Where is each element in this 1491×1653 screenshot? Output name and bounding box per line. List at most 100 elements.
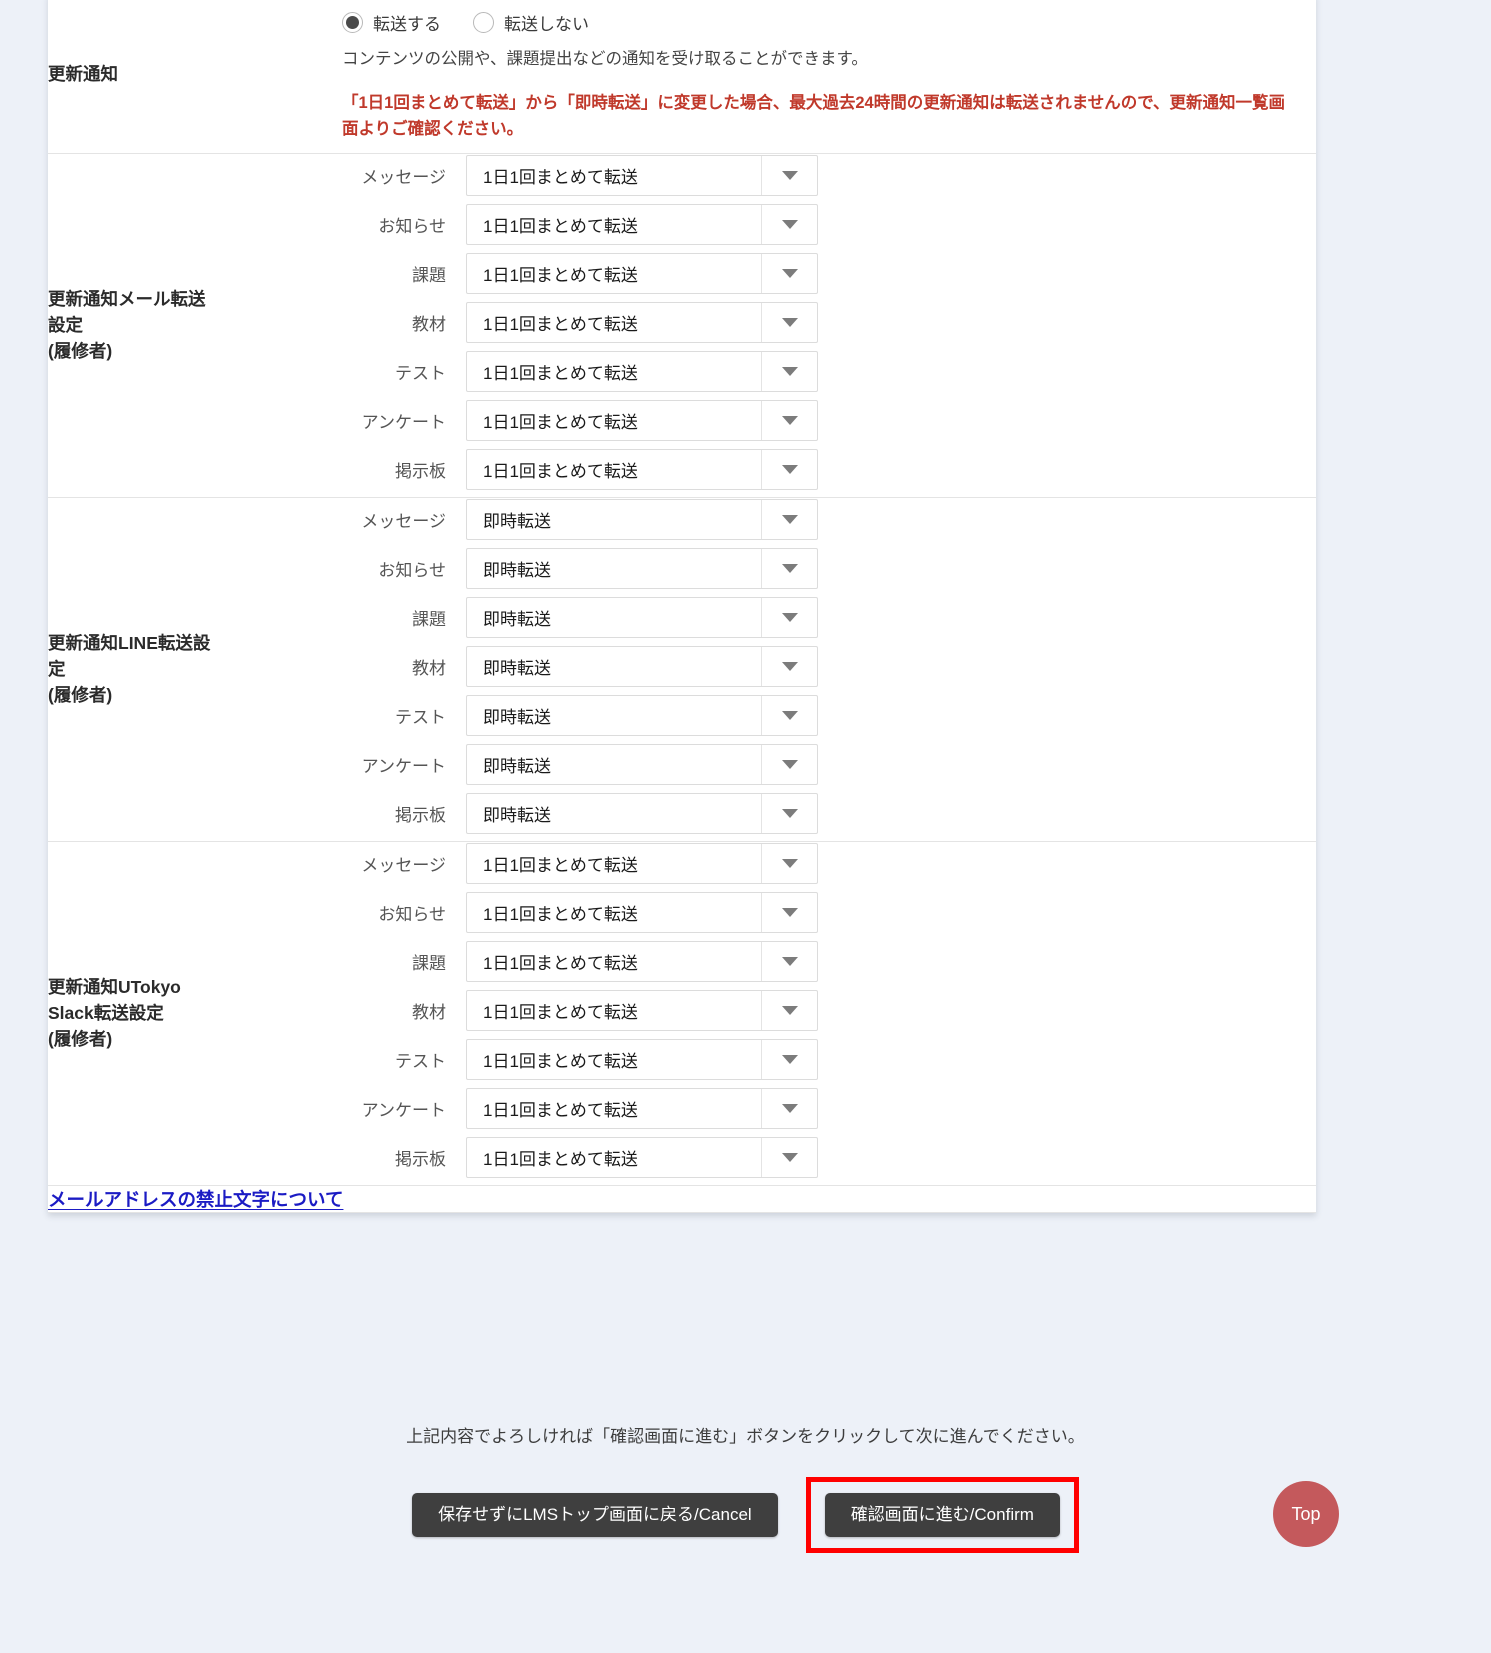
select-label-test: テスト — [395, 364, 446, 384]
select-slack-news[interactable]: 1日1回まとめて転送 — [466, 892, 818, 934]
row-label-line-forward: 更新通知LINE転送設 定 (履修者) — [48, 497, 336, 843]
select-label-survey: アンケート — [361, 757, 446, 777]
select-line-survey-value: 即時転送 — [483, 757, 551, 777]
select-slack-survey-value: 1日1回まとめて転送 — [483, 1101, 638, 1121]
select-label-message: メッセージ — [361, 168, 446, 188]
select-mail-assignment[interactable]: 1日1回まとめて転送 — [466, 253, 818, 295]
chevron-down-icon — [761, 450, 817, 490]
select-line-survey[interactable]: 即時転送 — [466, 744, 818, 786]
select-row-material: 教材 1日1回まとめて転送 — [336, 301, 1316, 344]
row-slack-forward-settings: 更新通知UTokyo Slack転送設定 (履修者) メッセージ 1日1回まとめ… — [48, 841, 1316, 1187]
radio-forward-yes[interactable] — [342, 12, 363, 33]
cancel-button[interactable]: 保存せずにLMSトップ画面に戻る/Cancel — [412, 1493, 778, 1537]
select-slack-assignment[interactable]: 1日1回まとめて転送 — [466, 941, 818, 983]
select-row-survey: アンケート 1日1回まとめて転送 — [336, 1087, 1316, 1130]
scroll-to-top-label: Top — [1291, 1503, 1321, 1524]
select-mail-assignment-value: 1日1回まとめて転送 — [483, 266, 638, 286]
row-label-slack-forward: 更新通知UTokyo Slack転送設定 (履修者) — [48, 841, 336, 1187]
select-slack-message[interactable]: 1日1回まとめて転送 — [466, 843, 818, 885]
select-mail-test[interactable]: 1日1回まとめて転送 — [466, 351, 818, 393]
select-line-test[interactable]: 即時転送 — [466, 695, 818, 737]
select-slack-test-value: 1日1回まとめて転送 — [483, 1052, 638, 1072]
select-row-message: メッセージ 即時転送 — [336, 498, 1316, 541]
select-mail-message[interactable]: 1日1回まとめて転送 — [466, 155, 818, 197]
page-footer: 上記内容でよろしければ「確認画面に進む」ボタンをクリックして次に進んでください。… — [0, 1398, 1491, 1553]
select-label-test: テスト — [395, 708, 446, 728]
select-slack-board-value: 1日1回まとめて転送 — [483, 1150, 638, 1170]
notification-controls: 転送する 転送しない コンテンツの公開や、課題提出などの通知を受け取ることができ… — [336, 0, 1316, 155]
chevron-down-icon — [761, 303, 817, 343]
chevron-down-icon — [761, 991, 817, 1031]
select-row-news: お知らせ 即時転送 — [336, 547, 1316, 590]
select-row-board: 掲示板 1日1回まとめて転送 — [336, 448, 1316, 491]
row-label-mail-line1: 更新通知メール転送 — [48, 288, 206, 309]
select-label-assignment: 課題 — [412, 610, 446, 630]
select-mail-survey-value: 1日1回まとめて転送 — [483, 413, 638, 433]
row-label-slack-line2: Slack転送設定 — [48, 1002, 164, 1023]
radio-forward-yes-label: 転送する — [373, 15, 441, 34]
select-mail-board[interactable]: 1日1回まとめて転送 — [466, 449, 818, 491]
select-label-news: お知らせ — [378, 217, 446, 237]
chevron-down-icon — [761, 500, 817, 540]
confirm-button[interactable]: 確認画面に進む/Confirm — [824, 1493, 1060, 1537]
row-label-line-line3: (履修者) — [48, 684, 113, 705]
select-line-news-value: 即時転送 — [483, 561, 551, 581]
select-row-message: メッセージ 1日1回まとめて転送 — [336, 842, 1316, 885]
notification-warning: 「1日1回まとめて転送」から「即時転送」に変更した場合、最大過去24時間の更新通… — [342, 93, 1286, 139]
select-row-assignment: 課題 即時転送 — [336, 596, 1316, 639]
select-mail-news[interactable]: 1日1回まとめて転送 — [466, 204, 818, 246]
row-label-slack-line3: (履修者) — [48, 1028, 113, 1049]
row-label-notification: 更新通知 — [48, 0, 336, 155]
select-label-message: メッセージ — [361, 512, 446, 532]
confirm-button-highlight: 確認画面に進む/Confirm — [805, 1477, 1079, 1553]
select-mail-material[interactable]: 1日1回まとめて転送 — [466, 302, 818, 344]
select-label-news: お知らせ — [378, 561, 446, 581]
select-mail-news-value: 1日1回まとめて転送 — [483, 217, 638, 237]
select-row-news: お知らせ 1日1回まとめて転送 — [336, 203, 1316, 246]
scroll-to-top-button[interactable]: Top — [1273, 1481, 1339, 1547]
select-slack-material-value: 1日1回まとめて転送 — [483, 1003, 638, 1023]
select-line-test-value: 即時転送 — [483, 708, 551, 728]
chevron-down-icon — [761, 205, 817, 245]
chevron-down-icon — [761, 844, 817, 884]
chevron-down-icon — [761, 549, 817, 589]
row-line-forward-settings: 更新通知LINE転送設 定 (履修者) メッセージ 即時転送 お知らせ 即時転送… — [48, 497, 1316, 843]
prohibited-chars-cell: メールアドレスの禁止文字について — [48, 1185, 1316, 1214]
select-label-board: 掲示板 — [395, 1150, 446, 1170]
select-row-material: 教材 1日1回まとめて転送 — [336, 989, 1316, 1032]
chevron-down-icon — [761, 352, 817, 392]
select-mail-survey[interactable]: 1日1回まとめて転送 — [466, 400, 818, 442]
select-label-survey: アンケート — [361, 1101, 446, 1121]
select-label-board: 掲示板 — [395, 806, 446, 826]
select-slack-message-value: 1日1回まとめて転送 — [483, 856, 638, 876]
select-line-board[interactable]: 即時転送 — [466, 793, 818, 835]
select-line-message[interactable]: 即時転送 — [466, 499, 818, 541]
select-label-test: テスト — [395, 1052, 446, 1072]
select-line-message-value: 即時転送 — [483, 512, 551, 532]
row-prohibited-chars: メールアドレスの禁止文字について — [48, 1185, 1316, 1214]
mail-forward-select-group: メッセージ 1日1回まとめて転送 お知らせ 1日1回まとめて転送 課題 1日1回… — [336, 153, 1316, 499]
select-row-test: テスト 1日1回まとめて転送 — [336, 1038, 1316, 1081]
radio-forward-no[interactable] — [473, 12, 494, 33]
chevron-down-icon — [761, 745, 817, 785]
select-label-material: 教材 — [412, 1003, 446, 1023]
select-label-news: お知らせ — [378, 905, 446, 925]
select-label-assignment: 課題 — [412, 266, 446, 286]
select-mail-test-value: 1日1回まとめて転送 — [483, 364, 638, 384]
prohibited-chars-link[interactable]: メールアドレスの禁止文字について — [48, 1186, 343, 1212]
row-label-mail-line2: 設定 — [48, 314, 83, 335]
select-label-assignment: 課題 — [412, 954, 446, 974]
select-line-material[interactable]: 即時転送 — [466, 646, 818, 688]
select-slack-material[interactable]: 1日1回まとめて転送 — [466, 990, 818, 1032]
select-line-news[interactable]: 即時転送 — [466, 548, 818, 590]
select-slack-news-value: 1日1回まとめて転送 — [483, 905, 638, 925]
chevron-down-icon — [761, 156, 817, 196]
select-slack-test[interactable]: 1日1回まとめて転送 — [466, 1039, 818, 1081]
select-mail-board-value: 1日1回まとめて転送 — [483, 462, 638, 482]
select-slack-board[interactable]: 1日1回まとめて転送 — [466, 1137, 818, 1179]
row-label-line-line2: 定 — [48, 658, 66, 679]
select-line-assignment[interactable]: 即時転送 — [466, 597, 818, 639]
select-slack-survey[interactable]: 1日1回まとめて転送 — [466, 1088, 818, 1130]
row-mail-forward-settings: 更新通知メール転送 設定 (履修者) メッセージ 1日1回まとめて転送 お知らせ… — [48, 153, 1316, 499]
select-label-survey: アンケート — [361, 413, 446, 433]
